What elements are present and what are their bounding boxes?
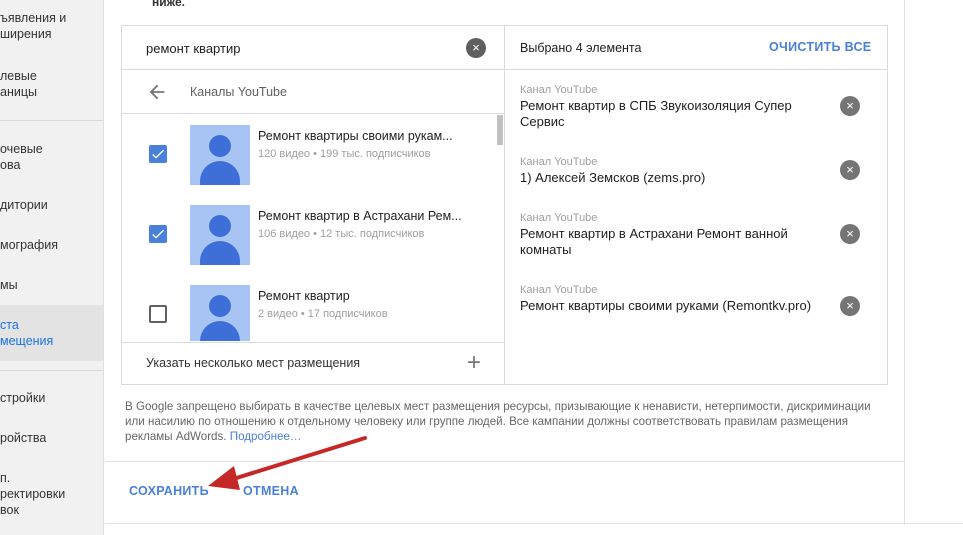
- remove-icon[interactable]: ×: [840, 224, 860, 244]
- breadcrumb-label: Каналы YouTube: [190, 85, 287, 99]
- nav-item-audiences[interactable]: дитории: [0, 197, 103, 213]
- remove-icon[interactable]: ×: [840, 160, 860, 180]
- selected-count: Выбрано 4 элемента: [520, 41, 642, 55]
- nav-item-bid-adjustments[interactable]: п. ректировки вок: [0, 470, 103, 518]
- learn-more-link[interactable]: Подробнее…: [230, 430, 302, 443]
- panel-divider: [904, 0, 905, 525]
- unchecked-checkbox[interactable]: [149, 305, 167, 323]
- cancel-button[interactable]: ОТМЕНА: [243, 484, 299, 498]
- scrollbar[interactable]: [497, 115, 503, 145]
- list-item[interactable]: Ремонт квартир 2 видео • 17 подписчиков: [122, 275, 497, 341]
- nav-item-label: ъявления и ширения: [0, 11, 67, 41]
- nav-item-landing-pages[interactable]: левые аницы: [0, 68, 103, 100]
- nav-item-label: п. ректировки вок: [0, 471, 66, 517]
- nav-item-label: ста мещения: [0, 318, 54, 348]
- selected-column: Выбрано 4 элемента ОЧИСТИТЬ ВСЕ Канал Yo…: [505, 26, 887, 384]
- add-multiple-label: Указать несколько мест размещения: [146, 356, 361, 370]
- nav-divider: [0, 120, 103, 121]
- search-column: ремонт квартир × Каналы YouTube Ремонт к…: [122, 26, 505, 384]
- result-title: Ремонт квартиры своими рукам...: [258, 129, 453, 143]
- selected-item-type: Канал YouTube: [520, 284, 598, 296]
- channel-avatar-icon: [190, 285, 250, 341]
- checked-checkbox[interactable]: [149, 145, 167, 163]
- search-input[interactable]: ремонт квартир: [146, 41, 240, 56]
- search-bar: ремонт квартир ×: [122, 26, 505, 70]
- plus-icon[interactable]: +: [467, 351, 481, 375]
- selected-item-type: Канал YouTube: [520, 156, 598, 168]
- result-meta: 120 видео • 199 тыс. подписчиков: [258, 148, 431, 160]
- nav-item-placements[interactable]: ста мещения: [0, 305, 103, 361]
- nav-item-keywords[interactable]: очевые ова: [0, 141, 103, 173]
- nav-item-label: ройства: [0, 431, 47, 445]
- save-button[interactable]: СОХРАНИТЬ: [129, 484, 209, 498]
- result-meta: 106 видео • 12 тыс. подписчиков: [258, 228, 425, 240]
- nav-item-label: дитории: [0, 198, 48, 212]
- back-arrow-icon[interactable]: [146, 81, 168, 103]
- remove-icon[interactable]: ×: [840, 296, 860, 316]
- nav-divider: [0, 370, 103, 371]
- nav-item-topics[interactable]: мы: [0, 277, 103, 293]
- nav-item-label: мография: [0, 238, 59, 252]
- selected-item-name: Ремонт квартир в СПБ Звукоизоляция Супер…: [520, 98, 792, 129]
- list-item[interactable]: Ремонт квартиры своими рукам... 120 виде…: [122, 115, 497, 195]
- nav-item-settings[interactable]: стройки: [0, 390, 103, 406]
- nav-item-label: стройки: [0, 391, 46, 405]
- selected-item-type: Канал YouTube: [520, 212, 598, 224]
- nav-item-label: мы: [0, 278, 18, 292]
- add-multiple-placements[interactable]: Указать несколько мест размещения +: [122, 342, 505, 384]
- panel-divider: [105, 523, 963, 524]
- list-item[interactable]: Ремонт квартир в Астрахани Рем... 106 ви…: [122, 195, 497, 275]
- nav-item-label: левые аницы: [0, 69, 37, 99]
- selected-item-name: 1) Алексей Земсков (zems.pro): [520, 170, 706, 185]
- breadcrumb: Каналы YouTube: [122, 71, 505, 114]
- nav-item-ads-extensions[interactable]: ъявления и ширения: [0, 10, 103, 42]
- checked-checkbox[interactable]: [149, 225, 167, 243]
- selected-item-name: Ремонт квартиры своими руками (Remontkv.…: [520, 298, 812, 313]
- selected-header: Выбрано 4 элемента ОЧИСТИТЬ ВСЕ: [505, 26, 887, 70]
- placement-picker: ремонт квартир × Каналы YouTube Ремонт к…: [121, 25, 888, 385]
- instruction-text: ниже.: [152, 0, 185, 9]
- left-nav: ъявления и ширения левые аницы очевые ов…: [0, 0, 104, 535]
- clear-search-icon[interactable]: ×: [466, 38, 486, 58]
- selected-item-name: Ремонт квартир в Астрахани Ремонт ванной…: [520, 226, 788, 257]
- remove-icon[interactable]: ×: [840, 96, 860, 116]
- results-list: Ремонт квартиры своими рукам... 120 виде…: [122, 115, 505, 341]
- channel-avatar-icon: [190, 125, 250, 185]
- nav-item-demographics[interactable]: мография: [0, 237, 103, 253]
- selected-item-type: Канал YouTube: [520, 84, 598, 96]
- policy-notice: В Google запрещено выбирать в качестве ц…: [125, 399, 885, 444]
- result-title: Ремонт квартир: [258, 289, 350, 303]
- actions-divider: [105, 461, 904, 462]
- channel-avatar-icon: [190, 205, 250, 265]
- nav-item-devices[interactable]: ройства: [0, 430, 103, 446]
- result-title: Ремонт квартир в Астрахани Рем...: [258, 209, 462, 223]
- clear-all-button[interactable]: ОЧИСТИТЬ ВСЕ: [769, 40, 871, 54]
- nav-item-label: очевые ова: [0, 142, 43, 172]
- result-meta: 2 видео • 17 подписчиков: [258, 308, 388, 320]
